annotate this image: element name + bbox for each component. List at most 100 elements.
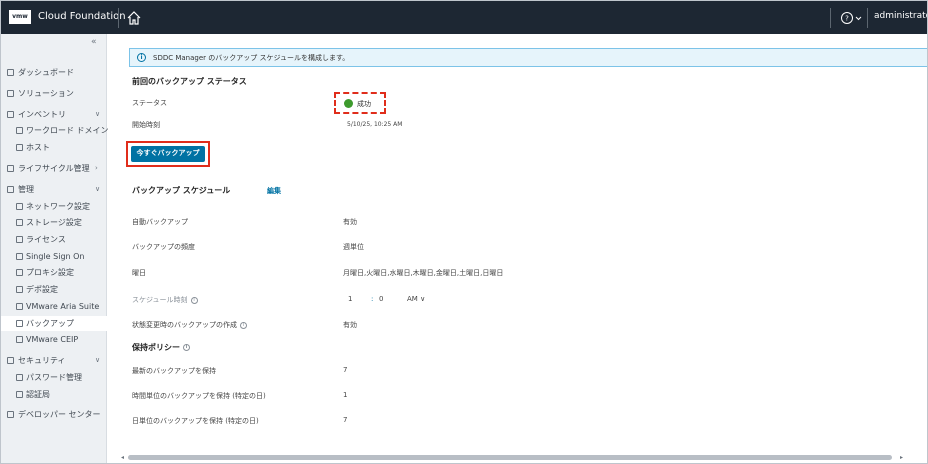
- sidebar-item-security[interactable]: セキュリティ ∨: [1, 353, 107, 368]
- help-icon[interactable]: i: [190, 296, 198, 304]
- chevron-down-icon: ∨: [95, 356, 101, 364]
- banner-message: SDDC Manager のバックアップ スケジュールを構成します。: [153, 54, 350, 62]
- backup-schedule-heading: バックアップ スケジュール: [132, 186, 231, 195]
- backup-icon: [16, 320, 23, 327]
- main-content: i SDDC Manager のバックアップ スケジュールを構成します。 前回の…: [107, 34, 927, 463]
- retain-daily-value: 7: [343, 416, 348, 424]
- solutions-icon: [7, 90, 14, 97]
- status-value: 成功: [357, 100, 371, 108]
- user-menu[interactable]: administrator: [874, 11, 927, 21]
- admin-icon: [7, 186, 14, 193]
- sidebar-item-hosts[interactable]: ホスト: [1, 140, 107, 155]
- sidebar-item-aria-suite[interactable]: VMware Aria Suite: [1, 299, 107, 314]
- state-change-backup-value: 有効: [343, 321, 357, 329]
- retain-hourly-label: 時間単位のバックアップを保持 (特定の日): [132, 392, 266, 400]
- chevron-down-icon: ∨: [95, 185, 101, 193]
- days-value: 月曜日,火曜日,水曜日,木曜日,金曜日,土曜日,日曜日: [343, 269, 504, 277]
- license-icon: [16, 236, 23, 243]
- start-time-value: 5/10/25, 10:25 AM: [347, 121, 403, 128]
- top-navigation-bar: vmw Cloud Foundation ? administrator: [1, 1, 927, 34]
- backup-now-highlight: 今すぐバックアップ: [126, 141, 210, 167]
- sidebar-item-inventory[interactable]: インベントリ ∨: [1, 107, 107, 122]
- horizontal-scrollbar[interactable]: ◂ ▸: [121, 454, 907, 461]
- network-icon: [16, 203, 23, 210]
- schedule-minute-value: 0: [379, 295, 384, 303]
- aria-icon: [16, 303, 23, 310]
- help-icon[interactable]: ?: [840, 10, 864, 26]
- last-backup-status-heading: 前回のバックアップ ステータス: [132, 77, 247, 86]
- storage-icon: [16, 219, 23, 226]
- sidebar-item-backup[interactable]: バックアップ: [1, 316, 107, 331]
- app-window: vmw Cloud Foundation ? administrator « ダ…: [0, 0, 928, 464]
- sidebar-item-licensing[interactable]: ライセンス: [1, 232, 107, 247]
- state-change-backup-label: 状態変更時のバックアップの作成 i: [132, 320, 247, 330]
- chevron-down-icon: ∨: [95, 110, 101, 118]
- sso-icon: [16, 253, 23, 260]
- status-label: ステータス: [132, 99, 167, 107]
- proxy-icon: [16, 269, 23, 276]
- retain-daily-label: 日単位のバックアップを保持 (特定の日): [132, 417, 259, 425]
- host-icon: [16, 144, 23, 151]
- retain-recent-value: 7: [343, 366, 348, 374]
- retention-policy-heading: 保持ポリシー i: [132, 342, 190, 353]
- frequency-value: 週単位: [343, 243, 364, 251]
- sidebar-item-certificate-authority[interactable]: 認証局: [1, 387, 107, 402]
- scrollbar-thumb[interactable]: [128, 455, 892, 460]
- sidebar-item-ceip[interactable]: VMware CEIP: [1, 332, 107, 347]
- workload-domain-icon: [16, 127, 23, 134]
- auto-backup-label: 自動バックアップ: [132, 218, 188, 226]
- info-icon: i: [137, 53, 146, 62]
- certificate-icon: [16, 391, 23, 398]
- sidebar-item-developer-center[interactable]: デベロッパー センター: [1, 407, 107, 422]
- sidebar-item-workload-domains[interactable]: ワークロード ドメイン: [1, 123, 109, 138]
- header-divider: [867, 8, 868, 28]
- schedule-time-label: スケジュール時刻 i: [132, 295, 198, 305]
- time-separator: :: [371, 295, 374, 303]
- header-divider: [118, 8, 119, 28]
- password-icon: [16, 374, 23, 381]
- scroll-right-icon[interactable]: ▸: [900, 454, 903, 461]
- sidebar: « ダッシュボード ソリューション インベントリ ∨ ワークロード ドメイン ホ…: [1, 34, 109, 463]
- sidebar-item-administration[interactable]: 管理 ∨: [1, 182, 107, 197]
- home-icon[interactable]: [125, 9, 143, 27]
- depot-icon: [16, 286, 23, 293]
- ceip-icon: [16, 336, 23, 343]
- status-highlight: 成功: [334, 92, 386, 114]
- backup-now-button[interactable]: 今すぐバックアップ: [131, 146, 205, 162]
- help-icon[interactable]: i: [183, 344, 190, 351]
- sidebar-item-password-management[interactable]: パスワード管理: [1, 370, 107, 385]
- days-label: 曜日: [132, 269, 146, 277]
- sidebar-item-proxy[interactable]: プロキシ設定: [1, 265, 107, 280]
- svg-text:?: ?: [845, 15, 849, 23]
- schedule-hour-value: 1: [348, 295, 353, 303]
- sidebar-item-network[interactable]: ネットワーク設定: [1, 199, 107, 214]
- auto-backup-value: 有効: [343, 218, 357, 226]
- sidebar-item-lifecycle[interactable]: ライフサイクル管理 ›: [1, 161, 107, 176]
- help-icon[interactable]: i: [240, 321, 247, 329]
- edit-schedule-link[interactable]: 編集: [267, 186, 281, 196]
- sidebar-item-dashboard[interactable]: ダッシュボード: [1, 65, 107, 80]
- retain-recent-label: 最新のバックアップを保持: [132, 367, 216, 375]
- collapse-sidebar-icon[interactable]: «: [91, 37, 97, 47]
- frequency-label: バックアップの頻度: [132, 243, 195, 251]
- app-title: Cloud Foundation: [38, 11, 126, 22]
- ampm-select[interactable]: AM ∨: [407, 295, 425, 303]
- sidebar-item-storage[interactable]: ストレージ設定: [1, 215, 107, 230]
- inventory-icon: [7, 111, 14, 118]
- security-icon: [7, 357, 14, 364]
- lifecycle-icon: [7, 165, 14, 172]
- scroll-left-icon[interactable]: ◂: [121, 454, 124, 461]
- sidebar-item-solutions[interactable]: ソリューション: [1, 86, 107, 101]
- developer-icon: [7, 411, 14, 418]
- dashboard-icon: [7, 69, 14, 76]
- sidebar-item-depot[interactable]: デポ設定: [1, 282, 107, 297]
- vmware-logo: vmw: [9, 10, 31, 24]
- sidebar-item-sso[interactable]: Single Sign On: [1, 249, 107, 264]
- header-divider: [830, 8, 831, 28]
- start-time-label: 開始時刻: [132, 121, 160, 129]
- chevron-down-icon: ∨: [420, 295, 426, 303]
- success-status-icon: [344, 99, 353, 108]
- chevron-right-icon: ›: [95, 164, 98, 172]
- retain-hourly-value: 1: [343, 391, 348, 399]
- info-banner: i SDDC Manager のバックアップ スケジュールを構成します。: [129, 48, 927, 67]
